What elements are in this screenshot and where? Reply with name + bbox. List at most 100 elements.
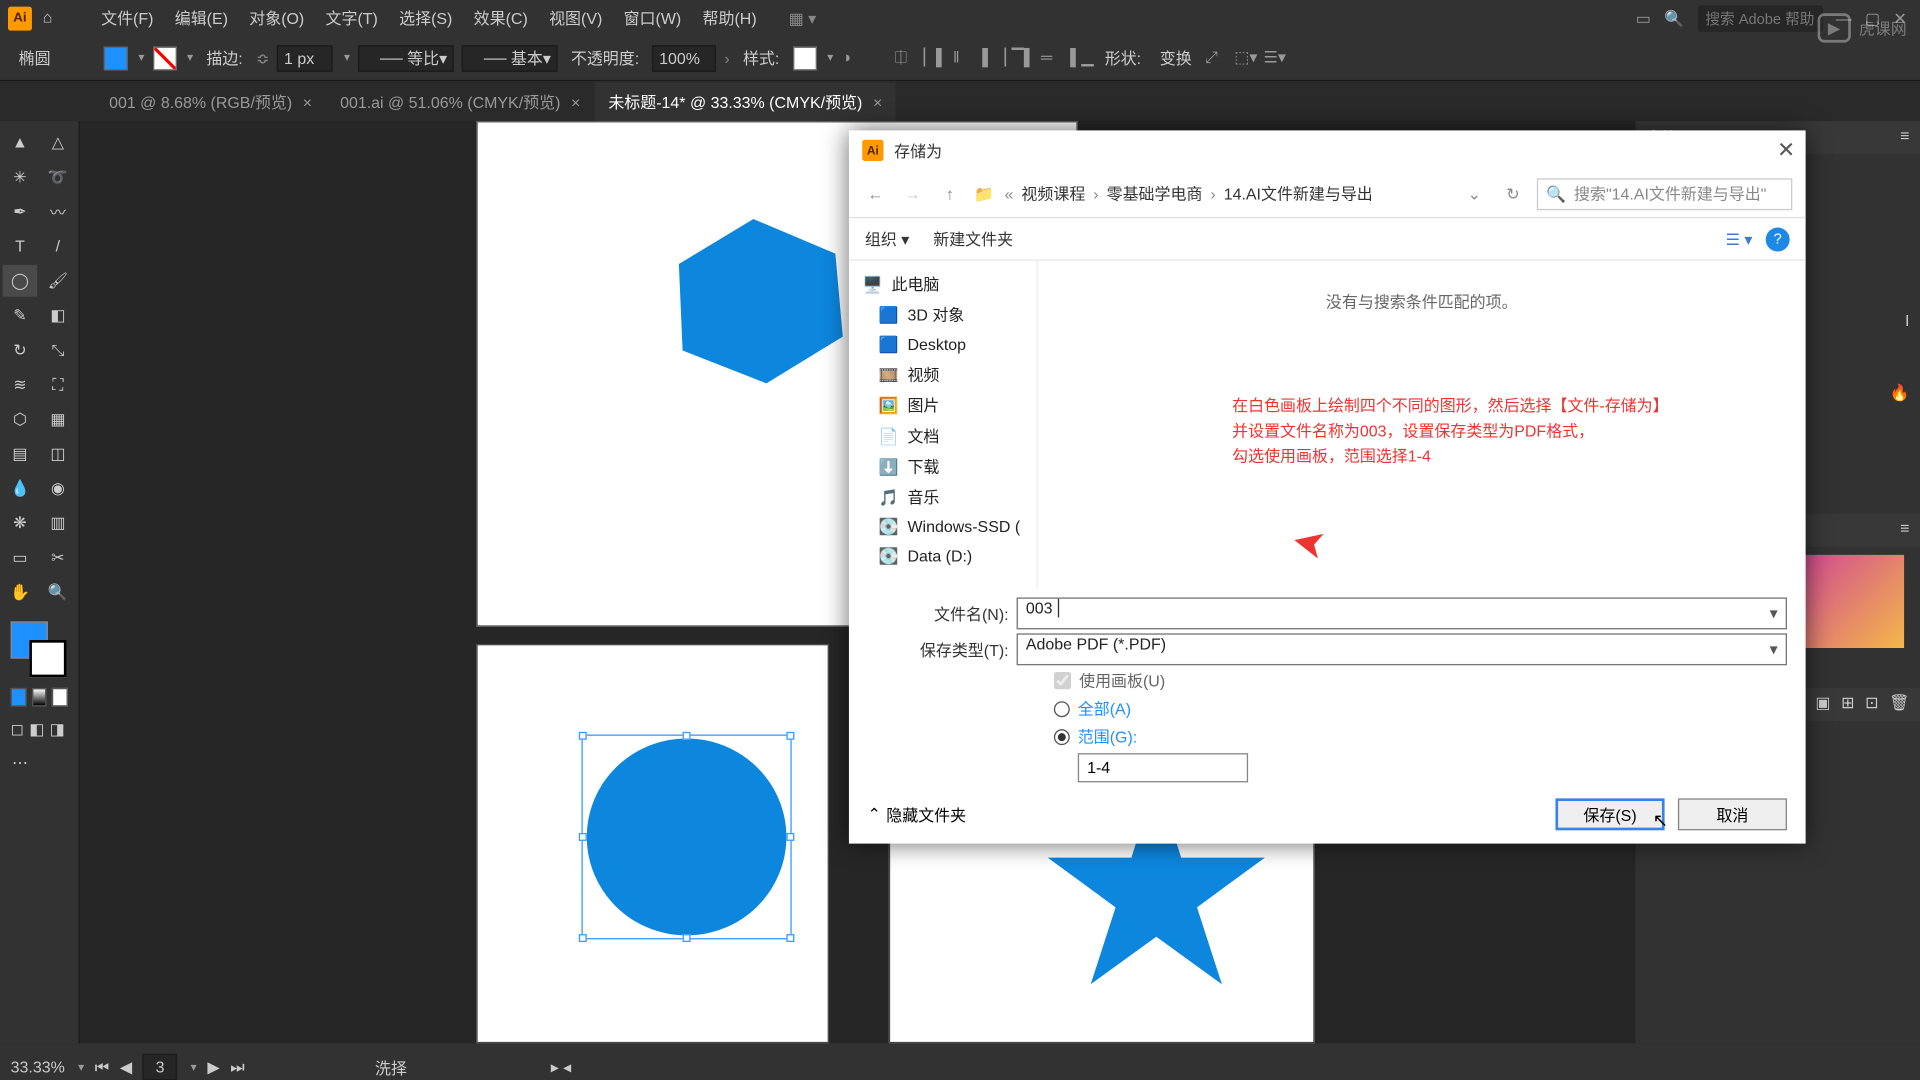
stroke-weight-input[interactable] <box>277 45 333 72</box>
artboard-number[interactable]: 3 <box>143 1054 178 1080</box>
hide-folders-toggle[interactable]: ⌃ 隐藏文件夹 <box>868 803 967 826</box>
width-tool[interactable]: ≋ <box>3 369 38 401</box>
organize-button[interactable]: 组织 ▾ <box>865 228 909 251</box>
align-l-icon[interactable]: ▏▌ <box>924 47 945 68</box>
menu-select[interactable]: 选择(S) <box>389 7 464 30</box>
shaper-tool[interactable]: ✎ <box>3 299 38 331</box>
cancel-button[interactable]: 取消 <box>1678 798 1787 830</box>
symbol-tool[interactable]: ❋ <box>3 507 38 539</box>
graph-tool[interactable]: ▥ <box>41 507 76 539</box>
delete-layer-icon[interactable]: 🗑 <box>1889 693 1909 716</box>
align-t-icon[interactable]: ▔▌ <box>1012 47 1033 68</box>
eraser-tool[interactable]: ◧ <box>41 299 76 331</box>
file-list-area[interactable]: 没有与搜索条件匹配的项。 在白色画板上绘制四个不同的图形，然后选择【文件-存储为… <box>1038 261 1806 588</box>
align-b-icon[interactable]: ▌▁ <box>1070 47 1091 68</box>
artboard-tool[interactable]: ▭ <box>3 542 38 574</box>
clip-icon[interactable]: ▣ <box>1815 693 1830 716</box>
home-icon[interactable]: ⌂ <box>43 7 64 28</box>
menu-object[interactable]: 对象(O) <box>239 7 315 30</box>
eyedropper-tool[interactable]: 💧 <box>3 472 38 504</box>
align-m-icon[interactable]: ═ <box>1041 47 1062 68</box>
nav-back-icon[interactable]: ← <box>862 184 889 203</box>
dialog-help-icon[interactable]: ? <box>1766 227 1790 251</box>
style-swatch[interactable] <box>793 46 817 70</box>
blend-tool[interactable]: ◉ <box>41 472 76 504</box>
menu-view[interactable]: 视图(V) <box>538 7 613 30</box>
align-r-icon[interactable]: ▌▕ <box>982 47 1003 68</box>
ellipse-tool[interactable]: ◯ <box>3 265 38 297</box>
menu-help[interactable]: 帮助(H) <box>692 7 767 30</box>
panel-menu-icon[interactable]: ≡ <box>1900 519 1909 542</box>
save-button[interactable]: 保存(S) <box>1555 798 1664 830</box>
mesh-tool[interactable]: ▤ <box>3 438 38 470</box>
color-mode-row[interactable] <box>3 683 76 712</box>
pen-tool[interactable]: ✒ <box>3 196 38 228</box>
doctab-1[interactable]: 001.ai @ 51.06% (CMYK/预览)× <box>327 82 594 121</box>
use-artboards-checkbox[interactable] <box>1054 672 1071 689</box>
opacity-input[interactable] <box>652 45 716 72</box>
filename-input[interactable]: 003 <box>1017 597 1787 629</box>
next-artboard-icon[interactable]: ▶ <box>207 1058 219 1077</box>
brush-dropdown[interactable]: ── 基本 ▾ <box>462 45 558 72</box>
brush-tool[interactable]: 🖌 <box>41 265 76 297</box>
line-tool[interactable]: / <box>41 230 76 262</box>
free-transform[interactable]: ⛶ <box>41 369 76 401</box>
doctab-0[interactable]: 001 @ 8.68% (RGB/预览)× <box>96 82 326 121</box>
menu-type[interactable]: 文字(T) <box>315 7 389 30</box>
lasso-tool[interactable]: ➰ <box>41 161 76 193</box>
filetype-dropdown[interactable]: Adobe PDF (*.PDF) <box>1017 633 1787 665</box>
expand-icon[interactable]: ▸ ◂ <box>551 1058 571 1077</box>
folder-tree[interactable]: 🖥️此电脑 🟦3D 对象 🟦Desktop 🎞️视频 🖼️图片 📄文档 ⬇️下载… <box>849 261 1038 588</box>
prev-artboard-icon[interactable]: ◀ <box>120 1058 132 1077</box>
gradient-tool[interactable]: ◫ <box>41 438 76 470</box>
arrange-icon2[interactable]: ☰▾ <box>1264 47 1285 68</box>
breadcrumb[interactable]: « 视频课程› 零基础学电商› 14.AI文件新建与导出 ⌄ <box>1005 182 1489 205</box>
first-artboard-icon[interactable]: ⏮ <box>95 1057 109 1077</box>
align-icon[interactable]: ⎅ <box>894 47 915 68</box>
color-picker[interactable] <box>3 616 76 680</box>
new-folder-button[interactable]: 新建文件夹 <box>933 228 1013 251</box>
isolate-icon[interactable]: ⤢ <box>1205 47 1226 68</box>
profile-dropdown[interactable]: ── 等比 ▾ <box>358 45 454 72</box>
shape-builder[interactable]: ⬡ <box>3 403 38 435</box>
menu-window[interactable]: 窗口(W) <box>613 7 692 30</box>
magic-wand-tool[interactable]: ✳ <box>3 161 38 193</box>
curvature-tool[interactable]: 〰 <box>41 196 76 228</box>
dialog-close-icon[interactable]: ✕ <box>1777 137 1795 164</box>
recolor-icon[interactable]: ◑ <box>841 47 862 68</box>
hand-tool[interactable]: ✋ <box>3 576 38 608</box>
screen-mode-row[interactable]: ◻◧◨ <box>3 715 76 744</box>
nav-up-icon[interactable]: ↑ <box>937 184 964 203</box>
rotate-tool[interactable]: ↻ <box>3 334 38 366</box>
new-layer-icon[interactable]: ⊡ <box>1865 693 1878 716</box>
align-c-icon[interactable]: ‖ <box>953 47 974 68</box>
panel-menu-icon[interactable]: ≡ <box>1900 126 1909 149</box>
zoom-tool[interactable]: 🔍 <box>41 576 76 608</box>
selection-tool[interactable]: ▲ <box>3 126 38 158</box>
search-input[interactable]: 搜索 Adobe 帮助 <box>1697 5 1822 32</box>
group-icon[interactable]: ⬚▾ <box>1234 47 1255 68</box>
zoom-level[interactable]: 33.33% <box>11 1058 65 1077</box>
range-radio[interactable] <box>1054 729 1070 745</box>
doctab-2[interactable]: 未标题-14* @ 33.33% (CMYK/预览)× <box>595 82 896 121</box>
workspace-switch[interactable]: ▦ ▾ <box>789 9 817 28</box>
view-mode-icon[interactable]: ☰ ▾ <box>1726 230 1753 249</box>
shape-hexagon[interactable] <box>664 216 850 389</box>
menu-edit[interactable]: 编辑(E) <box>164 7 239 30</box>
direct-select-tool[interactable]: △ <box>41 126 76 158</box>
flame-icon[interactable]: 🔥 <box>1890 383 1910 402</box>
slice-tool[interactable]: ✂ <box>41 542 76 574</box>
fill-swatch[interactable] <box>104 46 128 70</box>
menu-file[interactable]: 文件(F) <box>90 7 164 30</box>
scale-tool[interactable]: ⤡ <box>41 334 76 366</box>
perspective-tool[interactable]: ▦ <box>41 403 76 435</box>
arrange-icon[interactable]: ▭ <box>1636 9 1651 28</box>
last-artboard-icon[interactable]: ⏭ <box>230 1057 244 1077</box>
range-input[interactable] <box>1078 753 1248 782</box>
dialog-search-input[interactable]: 🔍 搜索"14.AI文件新建与导出" <box>1537 178 1792 210</box>
refresh-icon[interactable]: ↻ <box>1500 184 1527 203</box>
stroke-swatch[interactable] <box>152 46 176 70</box>
nav-fwd-icon[interactable]: → <box>899 184 926 203</box>
new-sublayer-icon[interactable]: ⊞ <box>1841 693 1854 716</box>
type-tool[interactable]: T <box>3 230 38 262</box>
